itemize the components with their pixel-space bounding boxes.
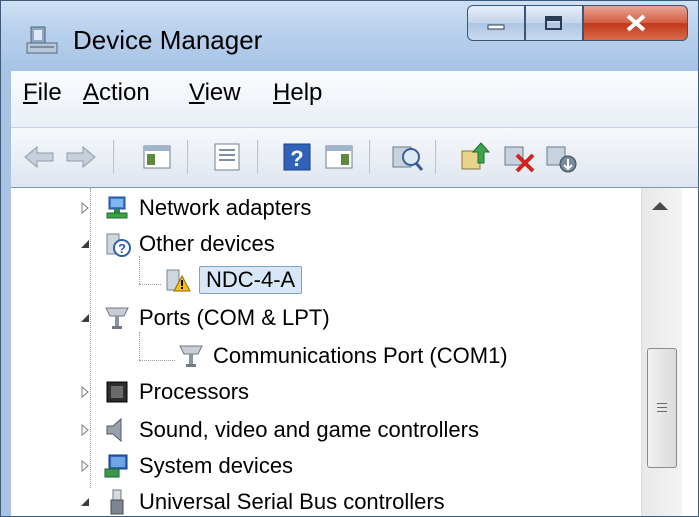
warning-device-icon — [166, 269, 191, 292]
system-device-icon — [104, 454, 128, 478]
title-bar[interactable]: Device Manager — [1, 1, 698, 71]
collapse-arrow-icon[interactable] — [79, 495, 91, 509]
vertical-scrollbar[interactable] — [641, 188, 682, 516]
tree-item-label: NDC-4-A — [199, 266, 303, 294]
tree-item-label: Universal Serial Bus controllers — [139, 489, 445, 514]
grip-line — [657, 403, 667, 404]
menu-file[interactable]: File — [23, 79, 62, 107]
tree-item-sound-video-game[interactable]: Sound, video and game controllers — [79, 412, 479, 448]
port-icon — [179, 345, 203, 367]
tree-item-label: Communications Port (COM1) — [213, 343, 508, 368]
tree-item-processors[interactable]: Processors — [79, 374, 249, 410]
minimize-icon — [487, 24, 505, 30]
tree-item-usb-controllers[interactable]: Universal Serial Bus controllers — [79, 484, 445, 516]
port-icon — [105, 307, 129, 329]
tree-item-label: System devices — [139, 453, 294, 478]
forward-arrow-icon[interactable] — [63, 139, 99, 175]
collapse-arrow-icon[interactable] — [79, 311, 91, 325]
maximize-icon — [545, 16, 562, 30]
menu-bar: File Action View Help — [11, 71, 698, 128]
close-icon — [626, 14, 645, 32]
device-tree[interactable]: Network adapters ? Other devices NDC-4-A… — [11, 188, 641, 516]
svg-text:?: ? — [290, 146, 303, 171]
action-pane-icon[interactable] — [321, 139, 357, 175]
help-icon[interactable]: ? — [279, 139, 315, 175]
speaker-icon — [106, 417, 122, 443]
tree-connector — [139, 284, 161, 285]
menu-view[interactable]: View — [189, 79, 241, 107]
window-title: Device Manager — [73, 25, 263, 55]
scroll-up-arrow-icon[interactable] — [652, 202, 668, 210]
tree-item-other-devices[interactable]: ? Other devices — [79, 226, 275, 262]
collapse-arrow-icon[interactable] — [79, 237, 91, 251]
back-arrow-icon[interactable] — [21, 139, 57, 175]
tree-item-network-adapters[interactable]: Network adapters — [79, 190, 311, 226]
device-manager-icon — [26, 26, 58, 54]
tree-connector — [139, 332, 140, 360]
tree-item-ports[interactable]: Ports (COM & LPT) — [79, 300, 330, 336]
scan-hardware-changes-icon[interactable] — [389, 139, 425, 175]
minimize-button[interactable] — [467, 5, 525, 41]
expand-arrow-icon[interactable] — [79, 201, 91, 215]
toolbar-separator — [369, 140, 371, 174]
maximize-button[interactable] — [525, 5, 583, 41]
expand-arrow-icon[interactable] — [79, 423, 91, 437]
caption-buttons — [467, 5, 688, 45]
close-button[interactable] — [583, 5, 688, 41]
scrollbar-thumb[interactable] — [647, 348, 677, 468]
network-adapter-icon — [106, 196, 128, 219]
uninstall-device-icon[interactable] — [501, 139, 537, 175]
expand-arrow-icon[interactable] — [79, 459, 91, 473]
tree-item-label: Processors — [139, 379, 250, 404]
tree-item-system-devices[interactable]: System devices — [79, 448, 293, 484]
tree-item-ndc-4-a[interactable]: NDC-4-A — [163, 262, 303, 298]
toolbar-separator — [257, 140, 259, 174]
toolbar: ? — [11, 128, 698, 188]
svg-text:?: ? — [118, 241, 126, 256]
grip-line — [657, 411, 667, 412]
unknown-device-icon: ? — [106, 233, 131, 257]
properties-icon[interactable] — [209, 139, 245, 175]
toolbar-separator — [113, 140, 115, 174]
tree-item-label: Network adapters — [139, 195, 312, 220]
tree-item-label: Sound, video and game controllers — [139, 417, 479, 442]
menu-help[interactable]: Help — [273, 79, 322, 107]
device-manager-window: Device Manager File Action View Help ? N… — [0, 0, 699, 517]
grip-line — [657, 407, 667, 408]
device-tree-panel: Network adapters ? Other devices NDC-4-A… — [11, 187, 698, 516]
disable-device-icon[interactable] — [543, 139, 579, 175]
tree-item-label: Other devices — [139, 231, 275, 256]
expand-arrow-icon[interactable] — [79, 385, 91, 399]
update-driver-icon[interactable] — [457, 139, 493, 175]
tree-connector — [139, 360, 175, 361]
toolbar-separator — [187, 140, 189, 174]
toolbar-separator — [435, 140, 437, 174]
usb-icon — [110, 489, 124, 515]
processor-icon — [106, 381, 128, 403]
menu-action[interactable]: Action — [83, 79, 150, 107]
show-hide-console-tree-icon[interactable] — [139, 139, 175, 175]
tree-item-communications-port[interactable]: Communications Port (COM1) — [177, 338, 508, 374]
tree-item-label: Ports (COM & LPT) — [139, 305, 330, 330]
